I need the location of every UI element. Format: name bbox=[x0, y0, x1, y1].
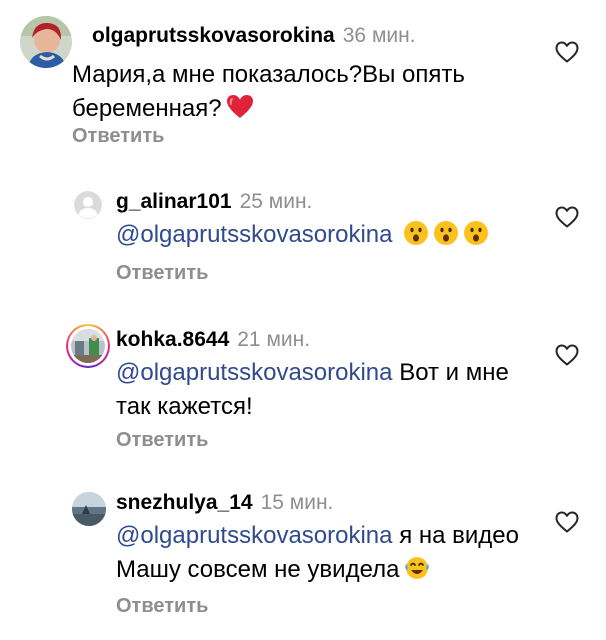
avatar-photo bbox=[71, 329, 105, 363]
tears-of-joy-icon bbox=[403, 555, 431, 591]
comment-text: @olgaprutsskovasorokina я на видео Машу … bbox=[116, 519, 536, 591]
avatar-story-ring[interactable] bbox=[66, 324, 110, 368]
username[interactable]: g_alinar101 bbox=[116, 190, 232, 213]
timestamp: 25 мин. bbox=[239, 190, 313, 213]
like-heart-icon[interactable] bbox=[555, 41, 579, 63]
timestamp: 36 мин. bbox=[342, 24, 416, 47]
comment-meta: snezhulya_14 15 мин. bbox=[116, 490, 333, 516]
comment-meta: kohka.8644 21 мин. bbox=[116, 327, 310, 353]
username[interactable]: kohka.8644 bbox=[116, 328, 229, 351]
timestamp: 21 мин. bbox=[237, 328, 311, 351]
comment-item: g_alinar101 25 мин. @olgaprutsskovasoroki… bbox=[0, 170, 606, 310]
red-heart-icon bbox=[226, 94, 254, 130]
surprised-face-icon bbox=[403, 220, 429, 256]
like-heart-icon[interactable] bbox=[555, 511, 579, 533]
comment-item: kohka.8644 21 мин. @olgaprutsskovasorokin… bbox=[0, 310, 606, 475]
reply-button[interactable]: Ответить bbox=[116, 594, 208, 618]
comment-meta: g_alinar101 25 мин. bbox=[116, 189, 312, 215]
avatar[interactable] bbox=[20, 16, 72, 68]
avatar[interactable] bbox=[72, 492, 106, 526]
comment-text: @olgaprutsskovasorokina bbox=[116, 218, 536, 256]
comment-text: @olgaprutsskovasorokina Вот и мне так ка… bbox=[116, 356, 536, 424]
mention-link[interactable]: @olgaprutsskovasorokina bbox=[116, 522, 393, 549]
reply-button[interactable]: Ответить bbox=[116, 428, 208, 452]
comment-text: Мария,а мне показалось?Вы опять беременн… bbox=[72, 58, 512, 130]
like-heart-icon[interactable] bbox=[555, 206, 579, 228]
timestamp: 15 мин. bbox=[260, 491, 334, 514]
surprised-face-icon bbox=[433, 220, 459, 256]
comment-meta: olgaprutsskovasorokina 36 мин. bbox=[92, 23, 416, 49]
avatar-photo bbox=[72, 492, 106, 526]
avatar-photo bbox=[20, 16, 72, 68]
surprised-face-icon bbox=[463, 220, 489, 256]
like-heart-icon[interactable] bbox=[555, 344, 579, 366]
avatar[interactable] bbox=[74, 191, 102, 219]
default-avatar-icon bbox=[74, 191, 102, 219]
mention-link[interactable]: @olgaprutsskovasorokina bbox=[116, 359, 393, 386]
reply-button[interactable]: Ответить bbox=[116, 261, 208, 285]
comment-item: olgaprutsskovasorokina 36 мин. Мария,а мн… bbox=[0, 0, 606, 170]
username[interactable]: olgaprutsskovasorokina bbox=[92, 24, 335, 47]
reply-button[interactable]: Ответить bbox=[72, 124, 164, 148]
mention-link[interactable]: @olgaprutsskovasorokina bbox=[116, 221, 393, 248]
username[interactable]: snezhulya_14 bbox=[116, 491, 253, 514]
comment-item: snezhulya_14 15 мин. @olgaprutsskovasorok… bbox=[0, 475, 606, 640]
comment-body: Мария,а мне показалось?Вы опять беременн… bbox=[72, 61, 465, 122]
